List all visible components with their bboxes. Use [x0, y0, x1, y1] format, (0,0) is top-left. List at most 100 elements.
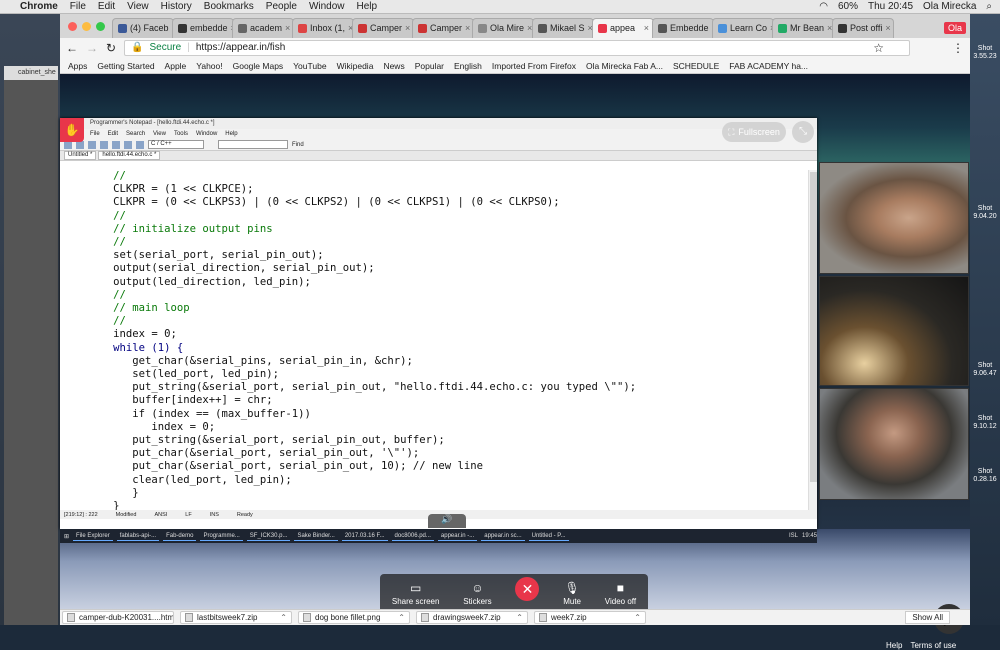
desktop-file-label[interactable]: Shot 3.55.23 — [970, 45, 1000, 61]
show-all-downloads-button[interactable]: Show All — [905, 611, 950, 624]
taskbar-item[interactable]: Programme... — [200, 532, 243, 541]
taskbar-item[interactable]: Sake Binder... — [294, 532, 338, 541]
menubar-item-window[interactable]: Window — [309, 1, 345, 12]
editor-menu-item[interactable]: View — [153, 131, 166, 137]
chevron-up-icon[interactable]: ⌃ — [634, 613, 641, 622]
windows-start-icon[interactable]: ⊞ — [64, 533, 69, 540]
find-button[interactable]: Find — [292, 142, 304, 148]
bookmark-item[interactable]: Imported From Firefox — [492, 61, 576, 71]
editor-menu-item[interactable]: File — [90, 131, 100, 137]
browser-tab[interactable]: Learn Co× — [712, 18, 774, 38]
participant-video[interactable] — [819, 388, 969, 500]
leave-call-button[interactable]: ✕ — [515, 577, 540, 601]
editor-menu-item[interactable]: Tools — [174, 131, 188, 137]
speaker-icon[interactable]: 🔊 — [428, 514, 466, 528]
zoom-window-button[interactable] — [96, 22, 105, 31]
browser-tab[interactable]: (4) Faceb× — [112, 18, 174, 38]
desktop-file-label[interactable]: Shot 9.04.20 — [970, 205, 1000, 221]
bookmark-item[interactable]: YouTube — [293, 61, 326, 71]
download-item[interactable]: week7.zip ⌃ — [534, 611, 646, 624]
browser-tab[interactable]: Camper × — [352, 18, 414, 38]
minimize-window-button[interactable] — [82, 22, 91, 31]
menubar-app-name[interactable]: Chrome — [20, 1, 58, 12]
spotlight-icon[interactable]: ⌕ — [986, 1, 992, 12]
bookmark-item[interactable]: Apple — [165, 61, 187, 71]
fullscreen-button[interactable]: ⛶ Fullscreen — [722, 122, 786, 142]
battery-percent[interactable]: 60% — [838, 1, 858, 12]
taskbar-item[interactable]: Fab-demo — [163, 532, 197, 541]
taskbar-item[interactable]: doc8006.pd... — [391, 532, 434, 541]
editor-tab-untitled[interactable]: Untitled * — [64, 151, 97, 160]
scheme-select[interactable]: C / C++ — [148, 140, 204, 149]
desktop-file-label[interactable]: Shot 9.10.12 — [970, 415, 1000, 431]
browser-tab[interactable]: academ × — [232, 18, 294, 38]
browser-tab[interactable]: Embedde× — [652, 18, 714, 38]
forward-icon[interactable]: → — [86, 41, 98, 55]
bookmark-item[interactable]: News — [383, 61, 404, 71]
chevron-up-icon[interactable]: ⌃ — [280, 613, 287, 622]
finder-window[interactable]: cabinet_she — [4, 66, 58, 625]
taskbar-item[interactable]: SF_ICK30.p... — [246, 532, 291, 541]
chevron-up-icon[interactable]: ⌃ — [398, 613, 405, 622]
taskbar-item[interactable]: 2017.03.16 F... — [341, 532, 388, 541]
download-item[interactable]: drawingsweek7.zip ⌃ — [416, 611, 528, 624]
participant-video[interactable] — [819, 162, 969, 274]
stickers-button[interactable]: ☺ Stickers — [463, 581, 491, 606]
browser-tab[interactable]: appea × — [592, 18, 654, 38]
bookmark-item[interactable]: Getting Started — [97, 61, 154, 71]
taskbar-item[interactable]: appear.in -... — [437, 532, 478, 541]
help-link[interactable]: Help — [886, 641, 902, 650]
bookmark-item[interactable]: Yahoo! — [196, 61, 222, 71]
share-screen-button[interactable]: ▭ Share screen — [392, 581, 440, 606]
taskbar-item[interactable]: fablabs-api-... — [116, 532, 160, 541]
desktop-file-label[interactable]: Shot 9.06.47 — [970, 362, 1000, 378]
cut-icon[interactable] — [112, 140, 120, 149]
profile-button[interactable]: Ola — [943, 22, 966, 34]
reload-icon[interactable]: ↻ — [106, 41, 116, 55]
wifi-icon[interactable]: ◠ — [819, 1, 828, 12]
menubar-item-file[interactable]: File — [70, 1, 86, 12]
vertical-scrollbar[interactable] — [808, 170, 817, 510]
participant-video[interactable] — [819, 276, 969, 386]
browser-tab[interactable]: Ola Mire × — [472, 18, 534, 38]
tab-close-icon[interactable]: × — [465, 23, 470, 38]
menubar-item-people[interactable]: People — [266, 1, 297, 12]
search-input[interactable] — [218, 140, 288, 149]
desktop-file-label[interactable]: Shot 0.28.16 — [970, 468, 1000, 484]
tab-close-icon[interactable]: × — [285, 23, 290, 38]
minimize-video-button[interactable]: ⤡ — [792, 121, 814, 143]
menubar-item-bookmarks[interactable]: Bookmarks — [204, 1, 254, 12]
download-item[interactable]: camper-dub-K20031....html⌃ — [62, 611, 174, 624]
browser-tab[interactable]: embedde× — [172, 18, 234, 38]
bookmark-item[interactable]: Wikipedia — [337, 61, 374, 71]
browser-tab[interactable]: Camper × — [412, 18, 474, 38]
copy-icon[interactable] — [124, 140, 132, 149]
paste-icon[interactable] — [136, 140, 144, 149]
bookmark-item[interactable]: Ola Mirecka Fab A... — [586, 61, 663, 71]
print-icon[interactable] — [100, 140, 108, 149]
bookmark-item[interactable]: Google Maps — [233, 61, 284, 71]
browser-tab[interactable]: Inbox (1, × — [292, 18, 354, 38]
bookmark-item[interactable]: SCHEDULE — [673, 61, 719, 71]
download-item[interactable]: dog bone fillet.png ⌃ — [298, 611, 410, 624]
tab-close-icon[interactable]: × — [405, 23, 410, 38]
chrome-menu-icon[interactable]: ⋮ — [952, 41, 964, 55]
bookmark-item[interactable]: FAB ACADEMY ha... — [729, 61, 808, 71]
chevron-up-icon[interactable]: ⌃ — [516, 613, 523, 622]
taskbar-item[interactable]: Untitled - P... — [528, 532, 569, 541]
menubar-item-help[interactable]: Help — [357, 1, 378, 12]
bookmark-star-icon[interactable]: ☆ — [873, 41, 884, 55]
menubar-item-history[interactable]: History — [161, 1, 192, 12]
tab-close-icon[interactable]: × — [644, 23, 649, 38]
clock[interactable]: Thu 20:45 — [868, 1, 913, 12]
bookmark-item[interactable]: Popular — [415, 61, 444, 71]
menubar-item-edit[interactable]: Edit — [98, 1, 115, 12]
save-icon[interactable] — [88, 140, 96, 149]
code-area[interactable]: // CLKPR = (1 << CLKPCE); CLKPR = (0 << … — [60, 170, 808, 510]
download-item[interactable]: lastbitsweek7.zip ⌃ — [180, 611, 292, 624]
bookmark-item[interactable]: Apps — [68, 61, 87, 71]
close-window-button[interactable] — [68, 22, 77, 31]
taskbar-item[interactable]: appear.in sc... — [481, 532, 525, 541]
user-name[interactable]: Ola Mirecka — [923, 1, 976, 12]
editor-menu-item[interactable]: Window — [196, 131, 217, 137]
